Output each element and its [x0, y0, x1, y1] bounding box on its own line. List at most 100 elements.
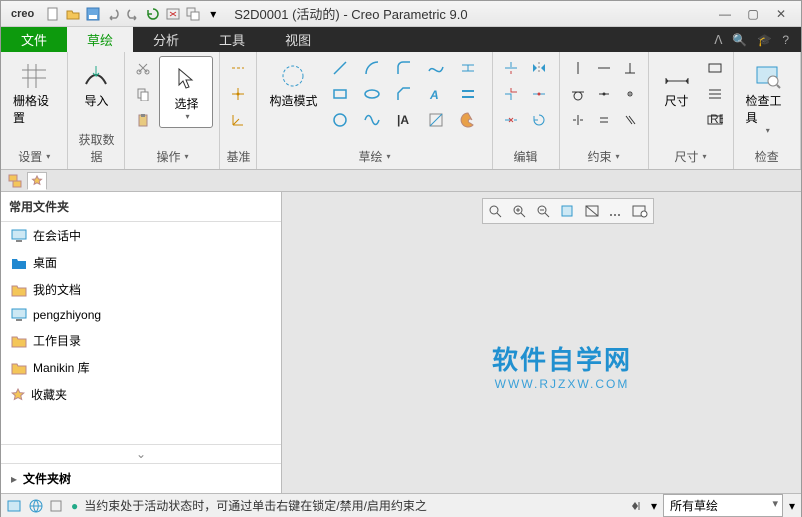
minimize-button[interactable]: —: [715, 6, 735, 22]
sidebar-item-favorites[interactable]: 收藏夹: [1, 381, 281, 408]
tab-view[interactable]: 视图: [265, 27, 331, 52]
project-icon[interactable]: [424, 108, 448, 132]
text-icon[interactable]: A: [424, 82, 448, 106]
folder-tree-tab-icon[interactable]: [5, 172, 25, 190]
horizontal-icon[interactable]: [592, 56, 616, 80]
offset-icon[interactable]: [456, 56, 480, 80]
baseline-dim-icon[interactable]: [703, 82, 727, 106]
group-sketch: 构造模式 A |A 草绘▾: [257, 52, 492, 169]
sidebar-collapse-icon[interactable]: ⌄: [1, 445, 281, 463]
coincident-icon[interactable]: [618, 82, 642, 106]
selection-filter-combo[interactable]: 所有草绘: [663, 494, 783, 517]
regen-icon[interactable]: [144, 5, 162, 23]
coord-icon[interactable]: [226, 108, 250, 132]
view-manager-icon[interactable]: [629, 201, 651, 221]
refit-icon[interactable]: [485, 201, 507, 221]
perpendicular-icon[interactable]: [618, 56, 642, 80]
open-icon[interactable]: [64, 5, 82, 23]
centerline-icon[interactable]: [226, 56, 250, 80]
status-sketch-icon[interactable]: [7, 499, 23, 513]
sidebar-item-label: Manikin 库: [33, 359, 90, 376]
status-box-icon[interactable]: [49, 499, 63, 513]
trim-icon[interactable]: [499, 56, 523, 80]
close-button[interactable]: ✕: [771, 6, 791, 22]
tab-analysis[interactable]: 分析: [133, 27, 199, 52]
sidebar-item-documents[interactable]: 我的文档: [1, 276, 281, 303]
ref-dim-icon[interactable]: REF: [703, 108, 727, 132]
delete-seg-icon[interactable]: [499, 108, 523, 132]
status-web-icon[interactable]: [29, 499, 43, 513]
equal-icon[interactable]: [592, 108, 616, 132]
paste-icon[interactable]: [131, 108, 155, 132]
tab-tools[interactable]: 工具: [199, 27, 265, 52]
construction-mode-button[interactable]: 构造模式: [263, 56, 323, 113]
filter-options-icon[interactable]: ▾: [789, 499, 795, 513]
help-icon[interactable]: ?: [782, 33, 789, 47]
inspect-label: 检查工具: [746, 92, 788, 126]
sidebar-item-manikin[interactable]: Manikin 库: [1, 354, 281, 381]
mirror-icon[interactable]: [527, 56, 551, 80]
repaint-icon[interactable]: [557, 201, 579, 221]
cut-icon[interactable]: [131, 56, 155, 80]
windows-icon[interactable]: [184, 5, 202, 23]
search-icon[interactable]: 🔍: [732, 33, 747, 47]
grid-settings-button[interactable]: 栅格设置: [7, 56, 61, 130]
perimeter-dim-icon[interactable]: [703, 56, 727, 80]
parallel-icon[interactable]: [618, 108, 642, 132]
more-view-icon[interactable]: [605, 201, 627, 221]
sidebar-item-user[interactable]: pengzhiyong: [1, 303, 281, 327]
thicken-icon[interactable]: [456, 82, 480, 106]
spline-icon[interactable]: [424, 56, 448, 80]
folder-tree-toggle[interactable]: ▸ 文件夹树: [1, 463, 281, 493]
sidebar-item-session[interactable]: 在会话中: [1, 222, 281, 249]
undo-icon[interactable]: [104, 5, 122, 23]
fillet-icon[interactable]: [392, 56, 416, 80]
arc-icon[interactable]: [360, 56, 384, 80]
close-window-icon[interactable]: [164, 5, 182, 23]
line-icon[interactable]: [328, 56, 352, 80]
group-operate: 选择▾ 操作▾: [125, 52, 220, 169]
filter-dropdown-icon[interactable]: ▾: [651, 499, 657, 513]
divide-icon[interactable]: [527, 82, 551, 106]
sidebar-item-desktop[interactable]: 桌面: [1, 249, 281, 276]
maximize-button[interactable]: ▢: [743, 6, 763, 22]
tab-file[interactable]: 文件: [1, 27, 67, 52]
save-icon[interactable]: [84, 5, 102, 23]
symmetric-icon[interactable]: [566, 108, 590, 132]
inspect-icon: [751, 60, 783, 92]
watermark-title: 软件自学网: [492, 340, 632, 377]
copy-icon[interactable]: [131, 82, 155, 106]
ribbon-collapse-icon[interactable]: ᐱ: [714, 33, 722, 47]
ellipse-icon[interactable]: [360, 82, 384, 106]
corner-icon[interactable]: [499, 82, 523, 106]
point-icon[interactable]: [226, 82, 250, 106]
chamfer-icon[interactable]: [392, 82, 416, 106]
zoom-out-icon[interactable]: [533, 201, 555, 221]
palette-icon[interactable]: [456, 108, 480, 132]
dimension-button[interactable]: 尺寸: [655, 56, 699, 113]
rotate-icon[interactable]: [527, 108, 551, 132]
import-label: 导入: [84, 92, 108, 109]
sine-icon[interactable]: [360, 108, 384, 132]
redo-icon[interactable]: [124, 5, 142, 23]
tab-sketch[interactable]: 草绘: [67, 27, 133, 52]
new-icon[interactable]: [44, 5, 62, 23]
learn-icon[interactable]: 🎓: [757, 33, 772, 47]
favorites-tab-icon[interactable]: [27, 172, 47, 190]
import-button[interactable]: 导入: [74, 56, 118, 113]
zoom-in-icon[interactable]: [509, 201, 531, 221]
find-icon[interactable]: [629, 499, 645, 513]
midpoint-icon[interactable]: [592, 82, 616, 106]
qat-dropdown-icon[interactable]: ▾: [204, 5, 222, 23]
text-stamp-icon[interactable]: |A: [392, 108, 416, 132]
circle-icon[interactable]: [328, 108, 352, 132]
display-style-icon[interactable]: [581, 201, 603, 221]
tangent-icon[interactable]: [566, 82, 590, 106]
inspect-button[interactable]: 检查工具▾: [740, 56, 794, 139]
vertical-icon[interactable]: [566, 56, 590, 80]
select-button[interactable]: 选择▾: [159, 56, 213, 128]
sidebar-item-label: 我的文档: [33, 281, 81, 298]
rectangle-icon[interactable]: [328, 82, 352, 106]
graphics-area[interactable]: 软件自学网 WWW.RJZXW.COM: [282, 192, 801, 493]
sidebar-item-working[interactable]: 工作目录: [1, 327, 281, 354]
